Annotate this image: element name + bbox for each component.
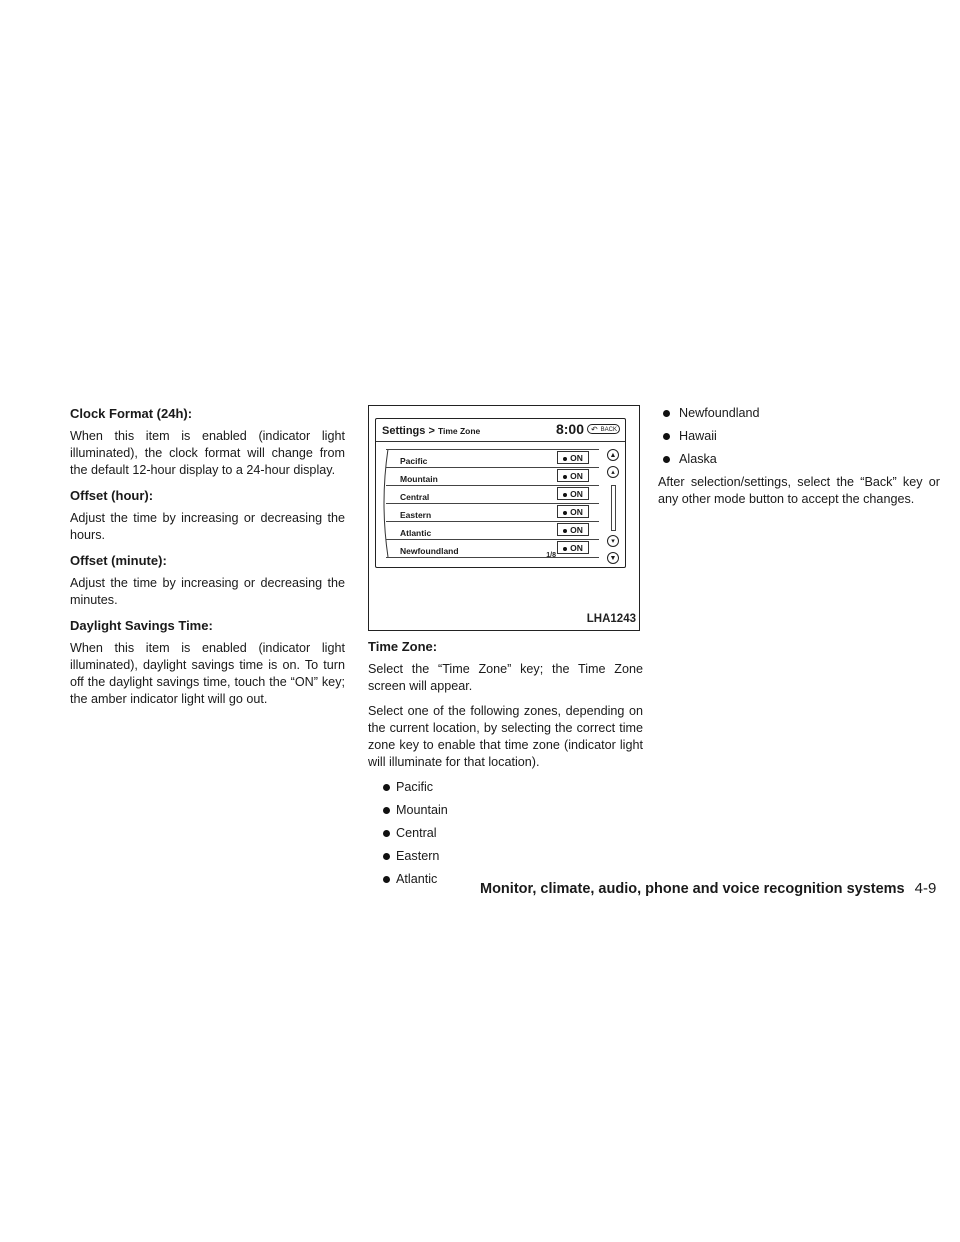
on-label: ON — [570, 489, 583, 499]
bullet-icon — [383, 876, 390, 883]
list-item-text: Hawaii — [679, 429, 717, 443]
figure-id: LHA1243 — [586, 613, 636, 625]
list-item: Central — [383, 825, 643, 842]
column-1: Clock Format (24h): When this item is en… — [70, 405, 345, 716]
bullet-icon — [383, 853, 390, 860]
time-zone-row-mountain[interactable]: Mountain ON — [386, 468, 599, 486]
breadcrumb-settings: Settings > — [382, 425, 435, 437]
heading-daylight-savings: Daylight Savings Time: — [70, 618, 213, 633]
bullet-icon — [663, 456, 670, 463]
time-zone-row-central[interactable]: Central ON — [386, 486, 599, 504]
on-label: ON — [570, 471, 583, 481]
list-item-text: Atlantic — [396, 872, 438, 886]
clock-display: 8:00 — [555, 421, 584, 437]
list-item: Pacific — [383, 779, 643, 796]
on-toggle-button[interactable]: ON — [557, 523, 589, 536]
heading-clock-format: Clock Format (24h): — [70, 406, 193, 421]
text-time-zone-2: Select one of the following zones, depen… — [368, 704, 643, 769]
back-button[interactable]: ↶ BACK — [587, 424, 620, 434]
indicator-dot-icon — [563, 474, 568, 479]
on-toggle-button[interactable]: ON — [557, 487, 589, 500]
back-arrow-icon: ↶ — [591, 425, 598, 434]
on-toggle-button[interactable]: ON — [557, 505, 589, 518]
bullet-icon — [383, 784, 390, 791]
on-label: ON — [570, 543, 583, 553]
list-item: Hawaii — [663, 428, 940, 445]
page-up-icon[interactable]: ▲ — [607, 449, 619, 461]
list-item: Eastern — [383, 848, 643, 865]
list-item: Newfoundland — [663, 405, 940, 422]
on-label: ON — [570, 453, 583, 463]
indicator-dot-icon — [563, 546, 568, 551]
column-3: Newfoundland Hawaii Alaska After selecti… — [658, 405, 940, 516]
heading-offset-minute: Offset (minute): — [70, 553, 167, 568]
text-after-selection: After selection/settings, select the “Ba… — [658, 475, 940, 506]
bullet-icon — [663, 410, 670, 417]
list-item-text: Pacific — [396, 780, 434, 794]
time-zone-bullet-list-continued: Newfoundland Hawaii Alaska — [658, 405, 940, 468]
indicator-dot-icon — [563, 456, 568, 461]
heading-time-zone: Time Zone: — [368, 639, 438, 654]
indicator-dot-icon — [563, 510, 568, 515]
time-zone-row-pacific[interactable]: Pacific ON — [386, 449, 599, 468]
section-title: Monitor, climate, audio, phone and voice… — [480, 881, 905, 897]
page-indicator: 1/8 — [546, 552, 556, 559]
bullet-icon — [663, 433, 670, 440]
column-2: Settings > Time Zone 8:00 ↶ BACK Pacific… — [368, 405, 643, 894]
scroll-up-icon[interactable]: ▴ — [607, 466, 619, 478]
indicator-dot-icon — [563, 528, 568, 533]
breadcrumb-time-zone: Time Zone — [437, 426, 481, 436]
indicator-dot-icon — [563, 492, 568, 497]
page-number: 4-9 — [914, 880, 937, 897]
on-toggle-button[interactable]: ON — [557, 469, 589, 482]
text-time-zone-1: Select the “Time Zone” key; the Time Zon… — [368, 662, 643, 693]
back-label: BACK — [600, 427, 617, 433]
text-daylight-savings: When this item is enabled (indicator lig… — [70, 641, 345, 706]
breadcrumb: Settings > Time Zone — [382, 423, 480, 440]
time-zone-row-eastern[interactable]: Eastern ON — [386, 504, 599, 522]
text-offset-minute: Adjust the time by increasing or decreas… — [70, 576, 345, 607]
on-toggle-button[interactable]: ON — [557, 451, 589, 464]
on-label: ON — [570, 507, 583, 517]
list-item: Mountain — [383, 802, 643, 819]
bullet-icon — [383, 807, 390, 814]
on-label: ON — [570, 525, 583, 535]
text-offset-hour: Adjust the time by increasing or decreas… — [70, 511, 345, 542]
list-item-text: Eastern — [396, 849, 440, 863]
bullet-icon — [383, 830, 390, 837]
list-item-text: Newfoundland — [679, 406, 760, 420]
list-item-text: Mountain — [396, 803, 448, 817]
time-zone-bullet-list: Pacific Mountain Central Eastern Atlanti… — [368, 779, 643, 888]
time-zone-row-atlantic[interactable]: Atlantic ON — [386, 522, 599, 540]
screen-display: Settings > Time Zone 8:00 ↶ BACK Pacific… — [375, 418, 626, 568]
heading-offset-hour: Offset (hour): — [70, 488, 154, 503]
row-label: Newfoundland — [400, 546, 459, 556]
list-item: Alaska — [663, 451, 940, 468]
on-toggle-button[interactable]: ON — [557, 541, 589, 554]
time-zone-screen-figure: Settings > Time Zone 8:00 ↶ BACK Pacific… — [368, 405, 640, 631]
screen-header: Settings > Time Zone 8:00 ↶ BACK — [376, 419, 625, 442]
time-zone-list: Pacific ON Mountain ON Central ON Easter… — [386, 449, 599, 558]
page-footer: Monitor, climate, audio, phone and voice… — [480, 880, 936, 897]
scrollbar[interactable] — [611, 485, 616, 531]
time-zone-row-newfoundland[interactable]: Newfoundland ON — [386, 540, 599, 558]
scroll-down-icon[interactable]: ▾ — [607, 535, 619, 547]
text-clock-format: When this item is enabled (indicator lig… — [70, 429, 345, 477]
list-item-text: Alaska — [679, 452, 717, 466]
page-down-icon[interactable]: ▼ — [607, 552, 619, 564]
list-item-text: Central — [396, 826, 437, 840]
